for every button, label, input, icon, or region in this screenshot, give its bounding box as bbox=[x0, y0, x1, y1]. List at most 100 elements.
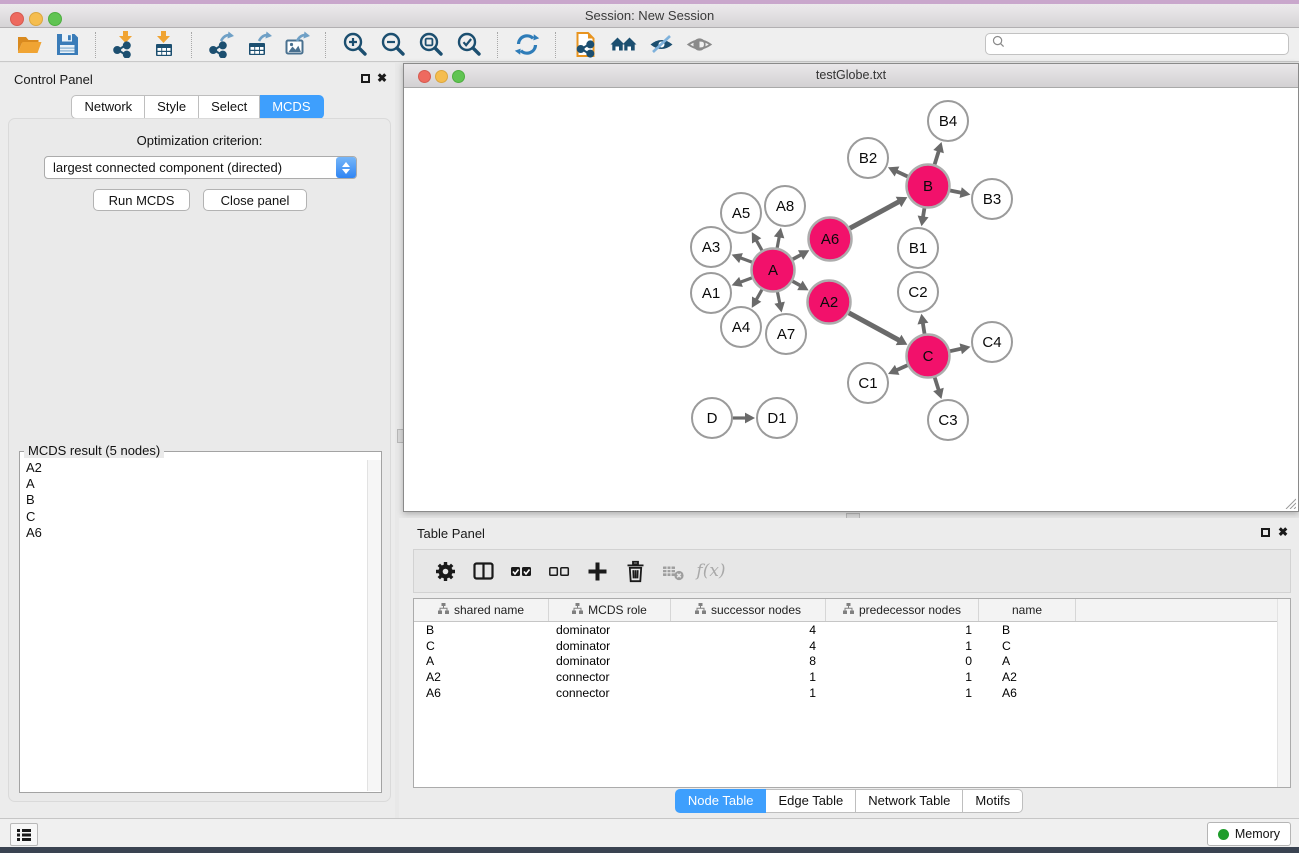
export-network-icon[interactable] bbox=[205, 30, 237, 60]
graph-node-A7[interactable]: A7 bbox=[766, 314, 806, 354]
hide-eye-icon[interactable] bbox=[645, 30, 677, 60]
trash-icon[interactable] bbox=[620, 556, 650, 586]
graph-edge-B-B4[interactable] bbox=[933, 142, 944, 164]
export-table-icon[interactable] bbox=[243, 30, 275, 60]
tab-motifs[interactable]: Motifs bbox=[963, 789, 1023, 813]
table-row[interactable]: A6connector11A6 bbox=[414, 685, 1290, 701]
column-header-name[interactable]: name bbox=[979, 599, 1076, 621]
column-header-successor-nodes[interactable]: successor nodes bbox=[671, 599, 826, 621]
graph-edge-A-A3[interactable] bbox=[732, 253, 752, 263]
add-icon[interactable] bbox=[582, 556, 612, 586]
graph-edge-A-A8[interactable] bbox=[774, 228, 784, 248]
save-icon[interactable] bbox=[51, 30, 83, 60]
tab-edge-table[interactable]: Edge Table bbox=[766, 789, 856, 813]
tab-mcds[interactable]: MCDS bbox=[260, 95, 323, 119]
close-table-panel-icon[interactable]: ✖ bbox=[1278, 527, 1288, 538]
graph-node-C1[interactable]: C1 bbox=[848, 363, 888, 403]
mcds-result-item[interactable]: A6 bbox=[21, 525, 367, 541]
graph-node-A6[interactable]: A6 bbox=[809, 218, 852, 261]
network-window-titlebar[interactable]: testGlobe.txt bbox=[404, 64, 1298, 88]
table-row[interactable]: Adominator80A bbox=[414, 654, 1290, 670]
table-scrollbar[interactable] bbox=[1277, 599, 1290, 787]
refresh-icon[interactable] bbox=[511, 30, 543, 60]
graph-node-D1[interactable]: D1 bbox=[757, 398, 797, 438]
tab-style[interactable]: Style bbox=[145, 95, 199, 119]
float-panel-icon[interactable] bbox=[361, 74, 370, 83]
graph-edge-C-C4[interactable] bbox=[950, 343, 971, 354]
graph-edge-D-D1[interactable] bbox=[733, 413, 755, 424]
graph-node-D[interactable]: D bbox=[692, 398, 732, 438]
network-document-icon[interactable] bbox=[569, 30, 601, 60]
graph-edge-B-B1[interactable] bbox=[918, 208, 929, 226]
run-mcds-button[interactable]: Run MCDS bbox=[93, 189, 190, 211]
search-field[interactable] bbox=[985, 33, 1289, 55]
import-network-icon[interactable] bbox=[109, 30, 141, 60]
zoom-out-icon[interactable] bbox=[377, 30, 409, 60]
graph-edge-C-C2[interactable] bbox=[917, 314, 928, 334]
mcds-result-item[interactable]: A bbox=[21, 476, 367, 492]
graph-node-A4[interactable]: A4 bbox=[721, 307, 761, 347]
graph-node-C[interactable]: C bbox=[907, 335, 950, 378]
zoom-fit-icon[interactable] bbox=[415, 30, 447, 60]
deselect-all-icon[interactable] bbox=[544, 556, 574, 586]
zoom-selected-icon[interactable] bbox=[453, 30, 485, 60]
graph-node-A2[interactable]: A2 bbox=[808, 281, 851, 324]
graph-edge-A-A5[interactable] bbox=[752, 232, 762, 250]
split-columns-icon[interactable] bbox=[468, 556, 498, 586]
graph-node-A8[interactable]: A8 bbox=[765, 186, 805, 226]
graph-edge-A-A4[interactable] bbox=[752, 290, 762, 308]
column-header-shared-name[interactable]: shared name bbox=[414, 599, 549, 621]
graph-node-A5[interactable]: A5 bbox=[721, 193, 761, 233]
eye-icon[interactable] bbox=[683, 30, 715, 60]
graph-edge-A-A7[interactable] bbox=[774, 292, 784, 312]
graph-node-A3[interactable]: A3 bbox=[691, 227, 731, 267]
graph-edge-A-A6[interactable] bbox=[793, 250, 810, 260]
open-folder-icon[interactable] bbox=[13, 30, 45, 60]
select-all-icon[interactable] bbox=[506, 556, 536, 586]
graph-node-C3[interactable]: C3 bbox=[928, 400, 968, 440]
graph-edge-B-B3[interactable] bbox=[950, 187, 970, 198]
tab-node-table[interactable]: Node Table bbox=[675, 789, 767, 813]
zoom-in-icon[interactable] bbox=[339, 30, 371, 60]
import-table-icon[interactable] bbox=[147, 30, 179, 60]
close-panel-icon[interactable]: ✖ bbox=[377, 73, 387, 84]
search-input[interactable] bbox=[1009, 36, 1288, 52]
graph-node-A[interactable]: A bbox=[752, 249, 795, 292]
close-panel-button[interactable]: Close panel bbox=[203, 189, 307, 211]
graph-edge-C-C1[interactable] bbox=[888, 365, 907, 375]
tab-network-table[interactable]: Network Table bbox=[856, 789, 963, 813]
gear-icon[interactable] bbox=[430, 556, 460, 586]
task-history-button[interactable] bbox=[10, 823, 38, 846]
table-row[interactable]: Bdominator41B bbox=[414, 622, 1290, 638]
mcds-result-item[interactable]: B bbox=[21, 492, 367, 508]
network-canvas[interactable]: B4 B2 B B3 A8A5 A6 A3 B1 A C2 A1 A2 A4A7 C4 C C1 D D1 C3 bbox=[404, 88, 1298, 511]
graph-edge-B-B2[interactable] bbox=[888, 167, 908, 177]
tab-network[interactable]: Network bbox=[71, 95, 145, 119]
home-icon[interactable] bbox=[607, 30, 639, 60]
graph-node-B2[interactable]: B2 bbox=[848, 138, 888, 178]
export-image-icon[interactable] bbox=[281, 30, 313, 60]
graph-node-C4[interactable]: C4 bbox=[972, 322, 1012, 362]
graph-edge-A-A2[interactable] bbox=[793, 281, 809, 291]
resize-grip[interactable] bbox=[1284, 497, 1296, 509]
graph-node-A1[interactable]: A1 bbox=[691, 273, 731, 313]
mcds-result-item[interactable]: C bbox=[21, 509, 367, 525]
graph-node-C2[interactable]: C2 bbox=[898, 272, 938, 312]
criterion-dropdown[interactable]: largest connected component (directed) bbox=[44, 156, 357, 179]
table-row[interactable]: A2connector11A2 bbox=[414, 669, 1290, 685]
column-header-MCDS-role[interactable]: MCDS role bbox=[549, 599, 671, 621]
graph-node-B[interactable]: B bbox=[907, 165, 950, 208]
column-header-predecessor-nodes[interactable]: predecessor nodes bbox=[826, 599, 979, 621]
memory-button[interactable]: Memory bbox=[1207, 822, 1291, 846]
graph-edge-A2-C[interactable] bbox=[849, 313, 908, 345]
graph-node-B1[interactable]: B1 bbox=[898, 228, 938, 268]
tab-select[interactable]: Select bbox=[199, 95, 260, 119]
result-scrollbar[interactable] bbox=[367, 460, 381, 791]
mcds-result-item[interactable]: A2 bbox=[21, 460, 367, 476]
graph-edge-A-A1[interactable] bbox=[732, 277, 752, 287]
graph-node-B3[interactable]: B3 bbox=[972, 179, 1012, 219]
graph-node-B4[interactable]: B4 bbox=[928, 101, 968, 141]
graph-edge-C-C3[interactable] bbox=[933, 377, 944, 399]
float-table-panel-icon[interactable] bbox=[1261, 528, 1270, 537]
graph-edge-A6-B[interactable] bbox=[850, 197, 908, 229]
